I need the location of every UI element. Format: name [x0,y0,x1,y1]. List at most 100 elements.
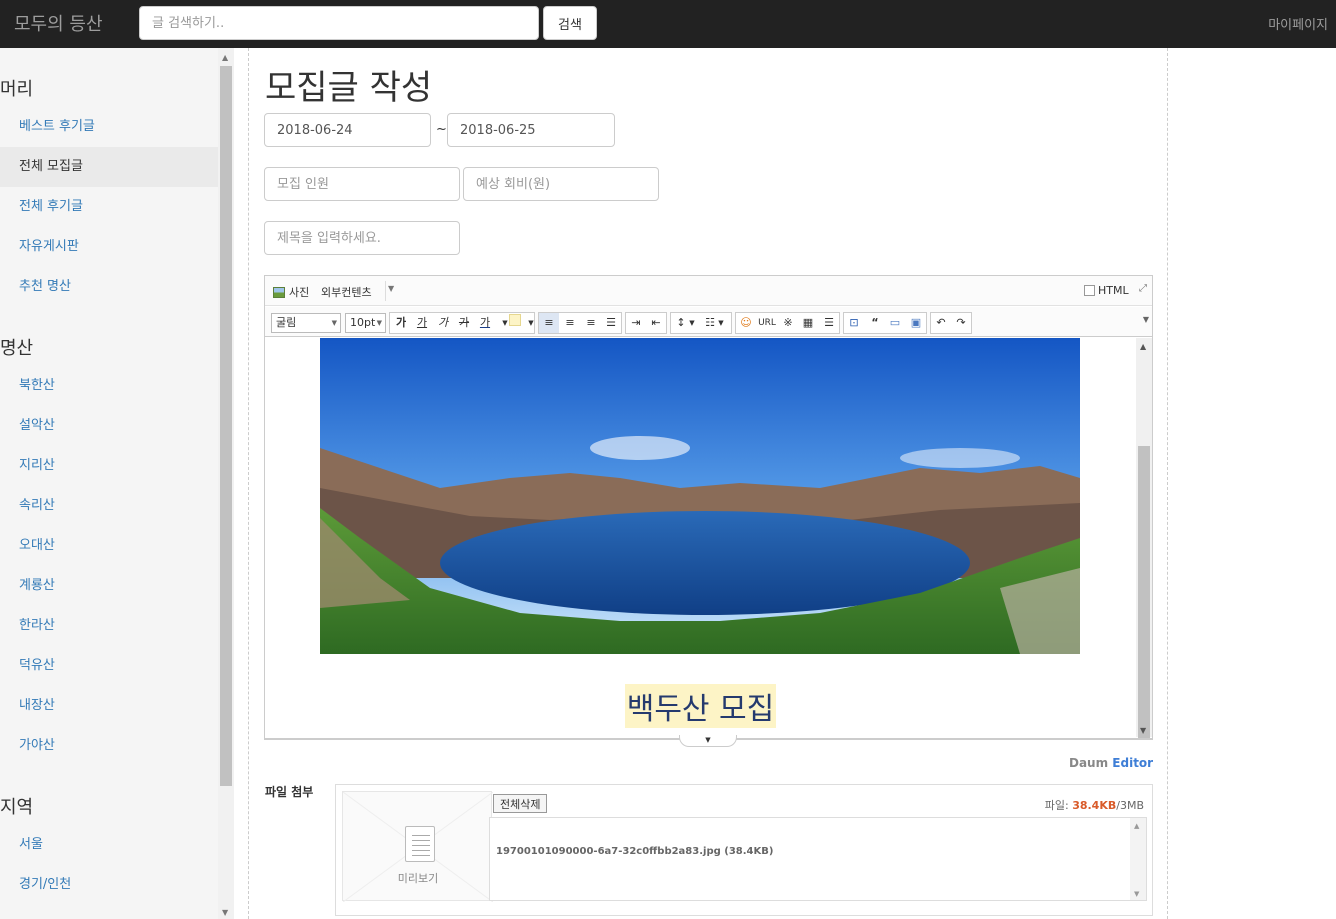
insert-photo-button[interactable]: 사진 [273,284,309,300]
document-icon [405,826,435,862]
insert-photo-label: 사진 [289,286,310,299]
html-label: HTML [1098,284,1129,297]
main-content: 모집글 작성 ~ 사진 외부컨텐츠 ▼ HTML ⤢ 굴림 ▼ [248,48,1168,919]
chevron-down-icon[interactable]: ▼ [711,313,731,333]
subject-field[interactable] [264,221,460,255]
attachment-panel: 미리보기 전체삭제 파일: 38.4KB/3MB 19700101090000-… [335,784,1153,916]
members-field[interactable] [264,167,460,201]
caption-row: 백두산 모집 [265,684,1136,728]
size-prefix: 파일: [1044,799,1069,812]
scrollbar-thumb[interactable] [220,66,232,786]
sidebar-item-mountain[interactable]: 오대산 [0,526,218,566]
sidebar-item-mountain[interactable]: 설악산 [0,406,218,446]
scroll-down-icon[interactable]: ▼ [222,908,228,917]
sidebar-item-mountain[interactable]: 한라산 [0,606,218,646]
scrollbar-thumb[interactable] [1138,446,1150,738]
inserted-photo [320,338,1080,654]
sidebar-item-free-board[interactable]: 자유게시판 [0,227,218,267]
fullscreen-icon[interactable]: ⤢ [1139,283,1147,294]
special-char-button[interactable]: ※ [778,313,798,333]
horizontal-rule-icon[interactable]: ☰ [819,313,839,333]
sidebar-item-mountain[interactable]: 지리산 [0,446,218,486]
chevron-down-icon: ▼ [376,319,382,327]
align-right-icon[interactable]: ≡ [581,313,601,333]
indent-icon[interactable]: ⇥ [626,313,646,333]
attachment-preview: 미리보기 [342,791,493,902]
search-button[interactable]: 검색 [543,6,597,40]
editor-brand: Daum Editor [1069,756,1153,770]
page-title: 모집글 작성 [265,68,433,108]
font-family-select[interactable]: 굴림 ▼ [271,313,341,333]
editor-scrollbar[interactable]: ▲ ▼ [1136,338,1152,738]
redo-icon[interactable]: ↷ [951,313,971,333]
scroll-up-icon[interactable]: ▲ [1134,822,1139,830]
quote-button[interactable]: “ [865,313,885,333]
save-draft-icon[interactable]: ▣ [906,313,926,333]
mypage-link[interactable]: 마이페이지 [1268,14,1328,33]
align-center-icon[interactable]: ≡ [560,313,580,333]
preview-label: 미리보기 [397,872,439,885]
undo-icon[interactable]: ↶ [931,313,951,333]
chevron-down-icon[interactable]: ▼ [388,284,394,293]
sidebar-item-mountain[interactable]: 덕유산 [0,646,218,686]
bold-button[interactable]: 가 [391,313,411,333]
sidebar-item-all-reviews[interactable]: 전체 후기글 [0,187,218,227]
sidebar-section-title: 명산 [0,338,34,359]
date-separator: ~ [436,122,447,137]
sidebar-scrollbar[interactable]: ▲ ▼ [218,48,234,919]
editor-toolbar-format: 굴림 ▼ 10pt ▼ 가 가 가 가 가 ▼ ▼ ≡ ≡ ≡ ☰ ⇥ ⇤ ↕ … [265,307,1152,337]
chevron-down-icon: ▼ [331,319,337,327]
strikethrough-button[interactable]: 가 [454,313,474,333]
sidebar-item-region[interactable]: 경기/인천 [0,865,218,905]
sidebar-item-region[interactable]: 서울 [0,825,218,865]
search-input[interactable] [139,6,539,40]
attachment-file-list[interactable]: 19700101090000-6a7-32c0ffbb2a83.jpg (38.… [489,817,1147,901]
align-justify-icon[interactable]: ☰ [601,313,621,333]
resize-handle-icon[interactable]: ▼ [679,735,737,747]
html-checkbox[interactable] [1084,285,1095,296]
html-mode-toggle[interactable]: HTML [1084,284,1129,297]
sidebar-item-mountain[interactable]: 계룡산 [0,566,218,606]
sidebar-item-mountain[interactable]: 내장산 [0,686,218,726]
top-navbar: 모두의 등산 검색 마이페이지 [0,0,1336,48]
text-box-icon[interactable]: ⊡ [844,313,864,333]
sidebar-item-best-reviews[interactable]: 베스트 후기글 [0,107,218,147]
fee-field[interactable] [463,167,659,201]
font-size-value: 10pt [350,316,376,329]
background-icon[interactable]: ▭ [885,313,905,333]
scroll-up-icon[interactable]: ▲ [222,53,228,62]
sidebar-item-all-recruits[interactable]: 전체 모집글 [0,147,218,187]
file-list-scrollbar[interactable]: ▲ ▼ [1130,818,1146,900]
sidebar-section-title: 지역 [0,797,34,818]
font-size-select[interactable]: 10pt ▼ [345,313,386,333]
end-date-field[interactable] [447,113,615,147]
size-used: 38.4KB [1072,799,1117,812]
sidebar-item-mountain[interactable]: 북한산 [0,366,218,406]
brand-logo[interactable]: 모두의 등산 [14,10,103,36]
scroll-down-icon[interactable]: ▼ [1134,890,1139,898]
external-content-button[interactable]: 외부컨텐츠 [321,284,372,300]
scroll-down-icon[interactable]: ▼ [1140,726,1146,735]
attachment-label: 파일 첨부 [265,785,314,799]
list-item[interactable]: 19700101090000-6a7-32c0ffbb2a83.jpg (38.… [496,846,773,857]
insert-link-button[interactable]: URL [757,313,777,333]
sidebar: 머리 베스트 후기글 전체 모집글 전체 후기글 자유게시판 추천 명산 명산 … [0,48,218,919]
scroll-up-icon[interactable]: ▲ [1140,342,1146,351]
sidebar-item-mountain[interactable]: 가야산 [0,726,218,766]
align-left-icon[interactable]: ≡ [539,313,559,333]
table-icon[interactable]: ▦ [798,313,818,333]
toolbar-divider [385,281,386,301]
chevron-down-icon[interactable]: ▼ [682,313,702,333]
italic-button[interactable]: 가 [433,313,453,333]
outdent-icon[interactable]: ⇤ [646,313,666,333]
delete-all-button[interactable]: 전체삭제 [493,794,548,813]
font-color-button[interactable]: 가 [475,313,495,333]
sidebar-item-mountain[interactable]: 속리산 [0,486,218,526]
underline-button[interactable]: 가 [412,313,432,333]
editor-content-area[interactable]: 백두산 모집 [265,338,1136,737]
emoticon-icon[interactable]: ☺ [736,313,756,333]
more-tools-icon[interactable]: ▼ [1143,315,1149,324]
sidebar-item-recommended[interactable]: 추천 명산 [0,267,218,307]
sidebar-section-title: 머리 [0,79,34,100]
start-date-field[interactable] [264,113,431,147]
